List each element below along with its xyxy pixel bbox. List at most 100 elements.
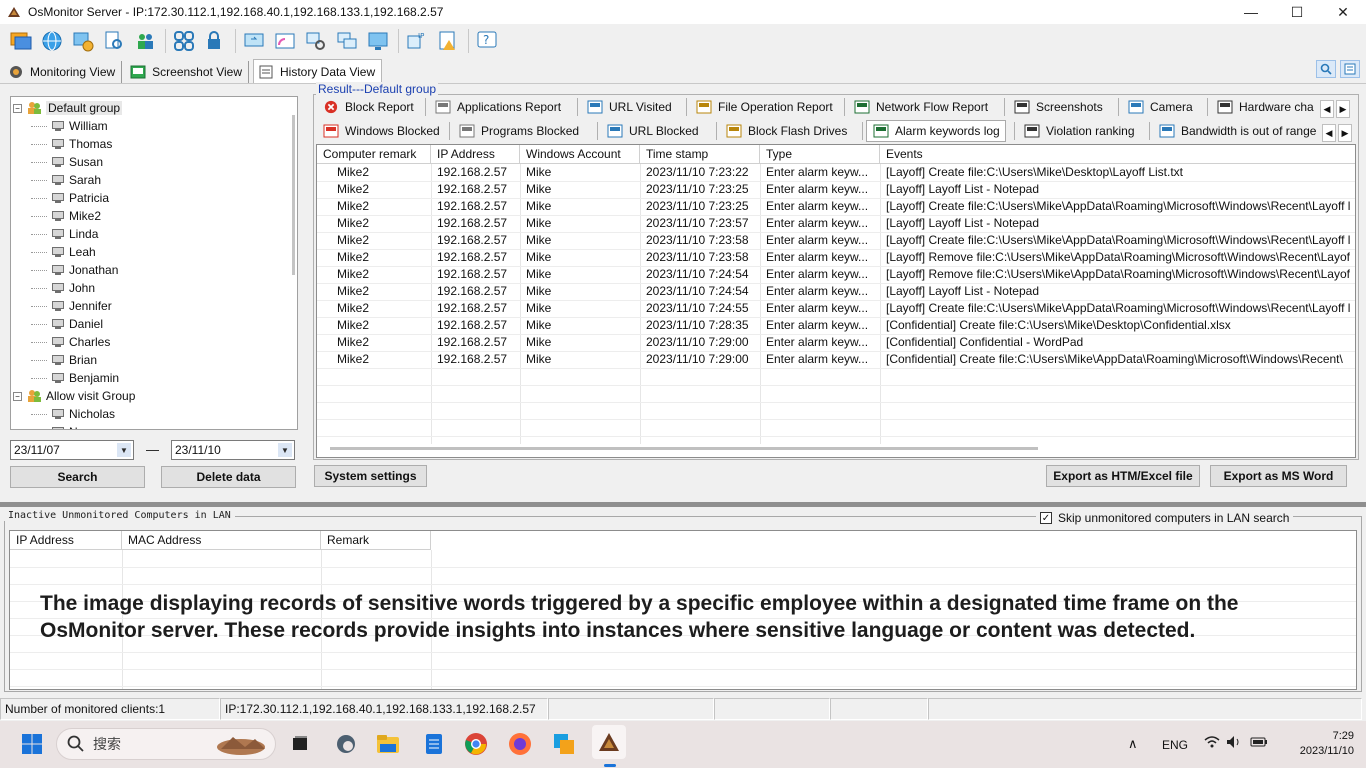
tab-network-flow-report[interactable]: Network Flow Report (848, 96, 998, 118)
tab-url-visited[interactable]: URL Visited (581, 96, 679, 118)
system-clock[interactable]: 7:29 2023/11/10 (1296, 729, 1354, 759)
users-icon[interactable] (132, 28, 158, 54)
minimize-button[interactable]: — (1228, 0, 1274, 24)
volume-icon[interactable] (1226, 735, 1242, 752)
find-icon[interactable] (1316, 60, 1336, 78)
tray-overflow-icon[interactable]: ∧ (1128, 736, 1138, 752)
tree-group-1[interactable]: − Allow visit Group (13, 387, 135, 405)
column-header[interactable]: Events (880, 145, 1355, 164)
tree-item-sarah[interactable]: Sarah (31, 171, 101, 189)
tree-item-jonathan[interactable]: Jonathan (31, 261, 118, 279)
file-explorer-icon[interactable] (374, 730, 402, 758)
globe-icon[interactable] (39, 28, 65, 54)
taskbar-search-input[interactable]: 搜索 (56, 728, 276, 760)
table-row[interactable]: Mike2 192.168.2.57 Mike 2023/11/10 7:24:55 E… (317, 300, 1355, 317)
edge-browser-icon[interactable] (332, 730, 360, 758)
search-button[interactable]: Search (10, 466, 145, 488)
tree-scrollbar[interactable] (292, 115, 295, 275)
chrome-icon[interactable] (462, 730, 490, 758)
column-header[interactable]: Time stamp (640, 145, 760, 164)
close-button[interactable]: ✕ (1320, 0, 1366, 24)
tree-item-brian[interactable]: Brian (31, 351, 97, 369)
table-row[interactable]: Mike2 192.168.2.57 Mike 2023/11/10 7:23:22 E… (317, 164, 1355, 181)
battery-icon[interactable] (1250, 735, 1268, 752)
tree-item-daniel[interactable]: Daniel (31, 315, 103, 333)
table-row[interactable]: Mike2 192.168.2.57 Mike 2023/11/10 7:29:00 E… (317, 351, 1355, 368)
windows-start-icon[interactable] (18, 730, 46, 758)
tab-alarm-keywords-log[interactable]: Alarm keywords log (866, 120, 1006, 142)
table-row[interactable]: Mike2 192.168.2.57 Mike 2023/11/10 7:23:57 E… (317, 215, 1355, 232)
lan-column-header[interactable]: IP Address (10, 531, 122, 550)
alert-policy-icon[interactable] (435, 28, 461, 54)
tree-item-thomas[interactable]: Thomas (31, 135, 112, 153)
column-header[interactable]: Type (760, 145, 880, 164)
tab-bandwidth-is-out-of-range[interactable]: Bandwidth is out of range (1153, 120, 1323, 142)
date-to-select[interactable]: 23/11/10 ▼ (171, 440, 295, 460)
column-header[interactable]: IP Address (431, 145, 520, 164)
display-icon[interactable] (365, 28, 391, 54)
tree-item-linda[interactable]: Linda (31, 225, 98, 243)
horizontal-scrollbar[interactable] (330, 447, 1038, 450)
tabs-scroll-left-icon[interactable]: ◀ (1320, 100, 1334, 118)
table-row[interactable]: Mike2 192.168.2.57 Mike 2023/11/10 7:23:25 E… (317, 198, 1355, 215)
network-settings-icon[interactable] (70, 28, 96, 54)
table-row[interactable]: Mike2 192.168.2.57 Mike 2023/11/10 7:23:58 E… (317, 249, 1355, 266)
lan-column-header[interactable]: Remark (321, 531, 431, 550)
tab-programs-blocked[interactable]: Programs Blocked (453, 120, 589, 142)
panel-splitter[interactable] (0, 502, 1366, 507)
tab-screenshot-view[interactable]: Screenshot View (126, 61, 249, 83)
tabs-scroll-right-icon[interactable]: ▶ (1338, 124, 1352, 142)
export-ms-word-button[interactable]: Export as MS Word (1210, 465, 1347, 487)
skip-unmonitored-checkbox[interactable]: ✓ Skip unmonitored computers in LAN sear… (1036, 511, 1294, 525)
input-language[interactable]: ENG (1162, 738, 1188, 752)
broadcast-icon[interactable] (272, 28, 298, 54)
tab-applications-report[interactable]: Applications Report (429, 96, 569, 118)
tab-monitoring-view[interactable]: Monitoring View (4, 61, 123, 83)
scan-network-icon[interactable] (303, 28, 329, 54)
help-icon[interactable]: ? (474, 28, 500, 54)
tab-hardware-cha[interactable]: Hardware cha (1211, 96, 1321, 118)
tree-collapse-icon[interactable]: − (13, 103, 22, 113)
multi-screen-icon[interactable] (334, 28, 360, 54)
table-row[interactable]: Mike2 192.168.2.57 Mike 2023/11/10 7:24:54 E… (317, 266, 1355, 283)
list-view-icon[interactable] (1340, 60, 1360, 78)
tab-file-operation-report[interactable]: File Operation Report (690, 96, 840, 118)
lock-user-icon[interactable] (202, 28, 228, 54)
chevron-down-icon[interactable]: ▼ (278, 443, 292, 457)
tab-violation-ranking[interactable]: Violation ranking (1018, 120, 1142, 142)
tree-item-leah[interactable]: Leah (31, 243, 96, 261)
tree-collapse-icon[interactable]: − (13, 391, 22, 401)
remote-desktop-icon[interactable] (241, 28, 267, 54)
firefox-icon[interactable] (506, 730, 534, 758)
tree-item-jennifer[interactable]: Jennifer (31, 297, 112, 315)
tree-item-patricia[interactable]: Patricia (31, 189, 109, 207)
tree-group-0[interactable]: − Default group (13, 99, 123, 117)
delete-data-button[interactable]: Delete data (161, 466, 296, 488)
date-from-select[interactable]: 23/11/07 ▼ (10, 440, 134, 460)
maximize-button[interactable]: ☐ (1274, 0, 1320, 24)
tabs-scroll-left-icon[interactable]: ◀ (1322, 124, 1336, 142)
lan-column-header[interactable]: MAC Address (122, 531, 321, 550)
system-settings-button[interactable]: System settings (314, 465, 427, 487)
chevron-down-icon[interactable]: ▼ (117, 443, 131, 457)
tree-item-mike2[interactable]: Mike2 (31, 207, 101, 225)
column-header[interactable]: Windows Account (520, 145, 640, 164)
groups-icon[interactable] (171, 28, 197, 54)
tabs-scroll-right-icon[interactable]: ▶ (1336, 100, 1350, 118)
tree-item-charles[interactable]: Charles (31, 333, 110, 351)
osmonitor-task-icon[interactable] (592, 725, 626, 759)
report-search-icon[interactable] (101, 28, 127, 54)
tab-history-data-view[interactable]: History Data View (253, 59, 383, 83)
table-row[interactable]: Mike2 192.168.2.57 Mike 2023/11/10 7:23:25 E… (317, 181, 1355, 198)
windows-cascade-icon[interactable] (8, 28, 34, 54)
table-row[interactable]: Mike2 192.168.2.57 Mike 2023/11/10 7:29:00 E… (317, 334, 1355, 351)
export-htm-excel-button[interactable]: Export as HTM/Excel file (1046, 465, 1200, 487)
tab-url-blocked[interactable]: URL Blocked (601, 120, 709, 142)
tab-screenshots[interactable]: Screenshots (1008, 96, 1114, 118)
tree-item-benjamin[interactable]: Benjamin (31, 369, 119, 387)
tree-item-susan[interactable]: Susan (31, 153, 103, 171)
tab-block-flash-drives[interactable]: Block Flash Drives (720, 120, 854, 142)
notepad-icon[interactable] (420, 730, 448, 758)
task-view-icon[interactable] (286, 730, 314, 758)
tree-item-nicholas[interactable]: Nicholas (31, 405, 115, 423)
